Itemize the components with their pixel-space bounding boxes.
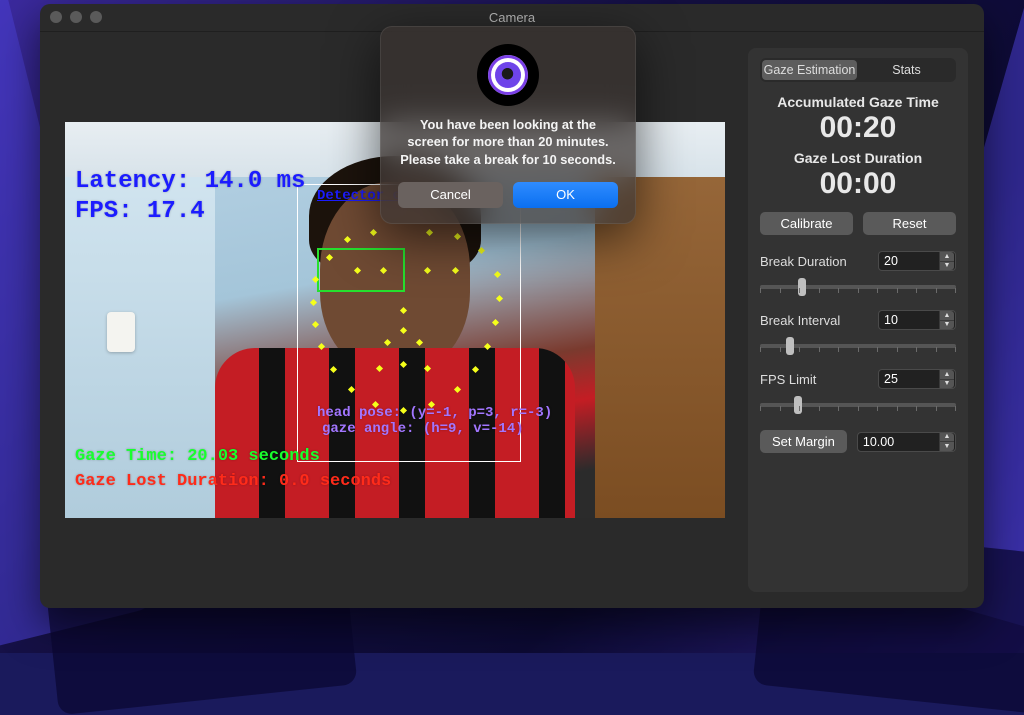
zoom-icon[interactable] xyxy=(90,11,102,23)
overlay-gaze-angle: gaze angle: (h=9, v=-14) xyxy=(322,421,524,437)
break-duration-label: Break Duration xyxy=(760,254,847,269)
minimize-icon[interactable] xyxy=(70,11,82,23)
accumulated-gaze-label: Accumulated Gaze Time xyxy=(760,94,956,110)
camera-feed: Latency: 14.0 ms FPS: 17.4 Detector e he… xyxy=(65,122,725,518)
side-panel: Gaze Estimation Stats Accumulated Gaze T… xyxy=(748,48,968,592)
overlay-head-pose: head pose: (y=-1, p=3, r=-3) xyxy=(317,405,552,421)
gaze-lost-value: 00:00 xyxy=(760,166,956,202)
chevron-down-icon[interactable]: ▼ xyxy=(939,442,954,451)
chevron-up-icon[interactable]: ▲ xyxy=(939,252,954,262)
chevron-down-icon[interactable]: ▼ xyxy=(939,262,954,271)
break-duration-slider[interactable] xyxy=(760,285,956,289)
break-interval-stepper[interactable]: ▲▼ xyxy=(939,311,954,329)
break-interval-slider[interactable] xyxy=(760,344,956,348)
titlebar[interactable]: Camera xyxy=(40,4,984,32)
fps-limit-input[interactable] xyxy=(879,372,937,386)
tab-stats[interactable]: Stats xyxy=(859,60,954,80)
chevron-down-icon[interactable]: ▼ xyxy=(939,380,954,389)
break-duration-stepper[interactable]: ▲▼ xyxy=(939,252,954,270)
chevron-down-icon[interactable]: ▼ xyxy=(939,321,954,330)
overlay-gaze-time: Gaze Time: 20.03 seconds xyxy=(75,447,320,466)
window-title: Camera xyxy=(489,10,535,25)
camera-pane: Latency: 14.0 ms FPS: 17.4 Detector e he… xyxy=(56,48,734,592)
margin-stepper[interactable]: ▲▼ xyxy=(939,433,954,451)
break-interval-field[interactable]: ▲▼ xyxy=(878,310,956,330)
chevron-up-icon[interactable]: ▲ xyxy=(939,370,954,380)
break-duration-input[interactable] xyxy=(879,254,937,268)
chevron-up-icon[interactable]: ▲ xyxy=(939,433,954,443)
app-window: Camera xyxy=(40,4,984,608)
fps-limit-stepper[interactable]: ▲▼ xyxy=(939,370,954,388)
close-icon[interactable] xyxy=(50,11,62,23)
set-margin-button[interactable]: Set Margin xyxy=(760,430,847,453)
accumulated-gaze-value: 00:20 xyxy=(760,110,956,146)
fps-limit-label: FPS Limit xyxy=(760,372,816,387)
overlay-gaze-lost: Gaze Lost Duration: 0.0 seconds xyxy=(75,472,391,491)
overlay-latency: Latency: 14.0 ms xyxy=(75,168,305,195)
break-interval-input[interactable] xyxy=(879,313,937,327)
fps-limit-slider[interactable] xyxy=(760,403,956,407)
window-content: Latency: 14.0 ms FPS: 17.4 Detector e he… xyxy=(40,32,984,608)
gaze-lost-label: Gaze Lost Duration xyxy=(760,150,956,166)
segmented-control[interactable]: Gaze Estimation Stats xyxy=(760,58,956,82)
margin-field[interactable]: ▲▼ xyxy=(857,432,956,452)
chevron-up-icon[interactable]: ▲ xyxy=(939,311,954,321)
calibrate-button[interactable]: Calibrate xyxy=(760,212,853,235)
margin-input[interactable] xyxy=(858,435,916,449)
reset-button[interactable]: Reset xyxy=(863,212,956,235)
break-interval-label: Break Interval xyxy=(760,313,840,328)
overlay-fps: FPS: 17.4 xyxy=(75,198,205,225)
fps-limit-field[interactable]: ▲▼ xyxy=(878,369,956,389)
break-duration-field[interactable]: ▲▼ xyxy=(878,251,956,271)
overlay-detector: Detector e xyxy=(317,188,401,204)
tab-gaze-estimation[interactable]: Gaze Estimation xyxy=(762,60,857,80)
traffic-lights[interactable] xyxy=(50,11,102,23)
